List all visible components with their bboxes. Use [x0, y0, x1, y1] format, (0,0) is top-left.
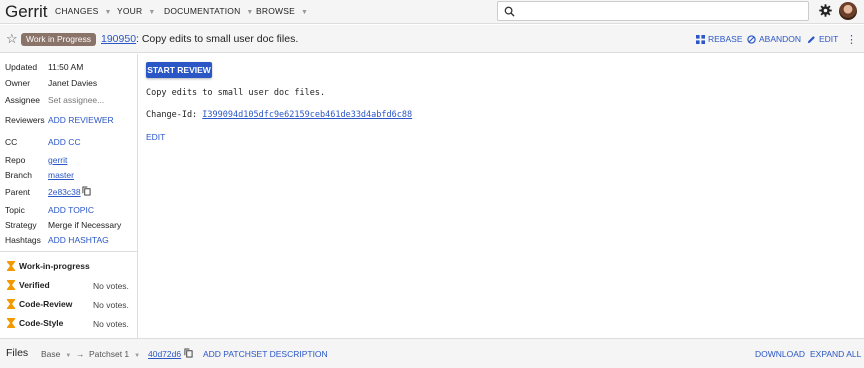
nav-browse[interactable]: BROWSE ▼ [256, 6, 308, 16]
top-bar: Gerrit CHANGES ▼ YOUR ▼ DOCUMENTATION ▼ BRO… [0, 0, 864, 24]
gerrit-logo[interactable]: Gerrit [5, 2, 48, 22]
nav-your-label: YOUR [117, 6, 143, 16]
parent-label: Parent [5, 187, 31, 197]
label-votes: No votes. [93, 300, 129, 310]
reviewers-label: Reviewers [5, 115, 45, 125]
label-work-in-progress: Work-in-progress [7, 261, 90, 271]
sidebar-divider [0, 251, 137, 252]
add-reviewer-button[interactable]: ADD REVIEWER [48, 115, 114, 125]
abandon-button[interactable]: ABANDON [747, 34, 801, 44]
nav-documentation-label: DOCUMENTATION [164, 6, 241, 16]
change-header: ☆ Work in Progress 190950 : Copy edits t… [0, 25, 864, 53]
parent-commit-link[interactable]: 2e83c38 [48, 187, 81, 197]
assignee-input[interactable]: Set assignee... [48, 95, 104, 105]
chevron-down-icon: ▼ [300, 9, 309, 16]
rebase-icon [696, 34, 705, 44]
chevron-down-icon: ▼ [148, 9, 156, 16]
download-button[interactable]: DOWNLOAD [755, 349, 805, 359]
base-select[interactable]: Base ▼ [41, 349, 71, 359]
label-name: Verified [19, 280, 50, 290]
branch-label: Branch [5, 170, 32, 180]
patchset-commit-link[interactable]: 40d72d6 [148, 349, 181, 359]
label-name: Code-Review [19, 299, 73, 309]
files-heading: Files [6, 347, 29, 359]
base-label: Base [41, 349, 61, 359]
avatar[interactable] [839, 2, 857, 20]
hourglass-icon [7, 318, 15, 328]
change-id-line: Change-Id: I399094d105dfc9e62159ceb461de… [146, 110, 412, 120]
chevron-down-icon: ▼ [104, 9, 112, 16]
patchset-select[interactable]: Patchset 1 ▼ [89, 349, 140, 359]
nav-documentation[interactable]: DOCUMENTATION ▼ [164, 6, 254, 16]
change-id-link[interactable]: I399094d105dfc9e62159ceb461de33d4abfd6c8… [202, 110, 412, 120]
add-topic-button[interactable]: ADD TOPIC [48, 205, 94, 215]
topic-label: Topic [5, 205, 25, 215]
rebase-button[interactable]: REBASE [696, 34, 743, 44]
strategy-value: Merge if Necessary [48, 220, 122, 230]
hashtags-label: Hashtags [5, 235, 41, 245]
owner-value[interactable]: Janet Davies [48, 78, 97, 88]
arrow-icon: → [76, 349, 85, 359]
label-code-review: Code-Review [7, 299, 72, 309]
cc-label: CC [5, 137, 18, 147]
add-hashtag-button[interactable]: ADD HASHTAG [48, 235, 109, 245]
repo-label: Repo [5, 155, 26, 165]
copy-icon[interactable] [184, 348, 193, 358]
edit-button[interactable]: EDIT [807, 34, 838, 44]
nav-your[interactable]: YOUR ▼ [117, 6, 156, 16]
label-verified: Verified [7, 280, 50, 290]
assignee-label: Assignee [5, 95, 40, 105]
updated-label: Updated [5, 62, 38, 72]
chevron-down-icon: ▼ [134, 353, 141, 359]
strategy-label: Strategy [5, 220, 37, 230]
hourglass-icon [7, 280, 15, 290]
owner-label: Owner [5, 78, 31, 88]
change-number-link[interactable]: 190950 [101, 33, 136, 45]
label-votes: No votes. [93, 281, 129, 291]
chevron-down-icon: ▼ [65, 353, 72, 359]
search-icon [504, 6, 515, 17]
status-badge: Work in Progress [21, 33, 97, 46]
pencil-icon [807, 35, 815, 43]
repo-link[interactable]: gerrit [48, 155, 67, 165]
label-name: Code-Style [19, 318, 64, 328]
change-metadata-sidebar: Updated 11:50 AM Owner Janet Davies Assi… [0, 54, 138, 338]
block-icon [747, 34, 756, 44]
abandon-label: ABANDON [759, 34, 802, 44]
branch-link[interactable]: master [48, 170, 74, 180]
expand-all-button[interactable]: EXPAND ALL [810, 349, 861, 359]
add-cc-button[interactable]: ADD CC [48, 137, 81, 147]
nav-changes[interactable]: CHANGES ▼ [55, 6, 112, 16]
commit-message: Copy edits to small user doc files. [146, 88, 326, 98]
star-icon[interactable]: ☆ [6, 32, 18, 45]
change-title: : Copy edits to small user doc files. [136, 33, 299, 45]
rebase-label: REBASE [708, 34, 743, 44]
updated-value: 11:50 AM [48, 62, 84, 72]
label-name: Work-in-progress [19, 261, 90, 271]
nav-browse-label: BROWSE [256, 6, 295, 16]
hourglass-icon [7, 299, 15, 309]
add-patchset-description-button[interactable]: ADD PATCHSET DESCRIPTION [203, 349, 328, 359]
label-code-style: Code-Style [7, 318, 63, 328]
edit-label: EDIT [819, 34, 839, 44]
copy-icon[interactable] [82, 186, 91, 196]
edit-commit-message-button[interactable]: EDIT [146, 132, 165, 142]
patchset-label: Patchset 1 [89, 349, 130, 359]
files-bar: Files Base ▼ → Patchset 1 ▼ 40d72d6 ADD PA… [0, 338, 864, 368]
change-id-label: Change-Id: [146, 110, 203, 120]
nav-changes-label: CHANGES [55, 6, 99, 16]
hourglass-icon [7, 261, 15, 271]
search-input[interactable] [497, 1, 809, 21]
label-votes: No votes. [93, 319, 129, 329]
more-vert-icon[interactable]: ⋮ [846, 33, 857, 46]
start-review-button[interactable]: START REVIEW [146, 62, 212, 78]
chevron-down-icon: ▼ [246, 9, 254, 16]
gear-icon[interactable] [819, 4, 832, 17]
